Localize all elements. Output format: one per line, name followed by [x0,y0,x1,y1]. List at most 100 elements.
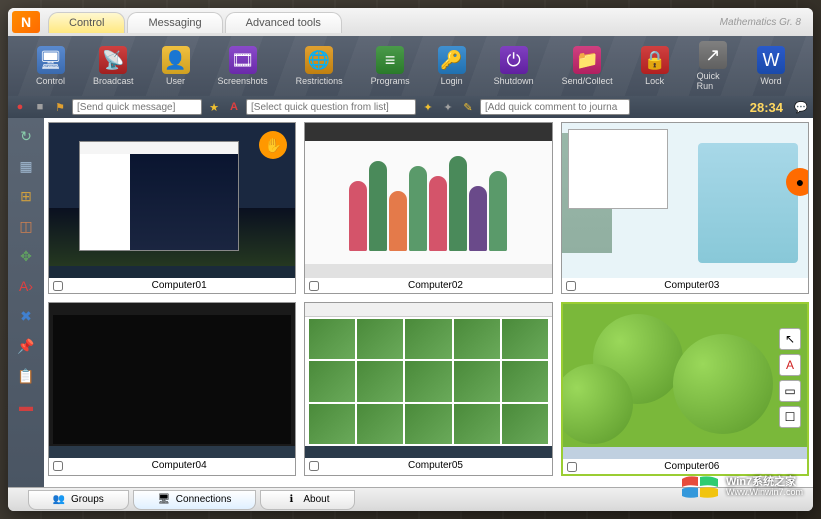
sidebar-screens-icon[interactable]: ▦ [14,156,38,176]
lock-label: Lock [645,76,664,86]
thumbnail-computer06[interactable]: Computer06 [561,302,809,476]
timer: 28:34 [750,100,789,115]
sidebar-nav-icon[interactable]: ✥ [14,246,38,266]
watermark: Win7系统之家 Www.Winwin7.com [680,473,803,501]
sidebar-refresh-icon[interactable]: ↻ [14,126,38,146]
about-icon: ℹ [285,494,297,506]
title-tab-control[interactable]: Control [48,12,125,33]
thumbnail-computer02[interactable]: Computer02 [304,122,552,294]
thumbnail-checkbox[interactable] [567,462,577,472]
thumbnail-label-row: Computer01 [49,278,295,293]
sidebar-arrange-icon[interactable]: ◫ [14,216,38,236]
sidebar-clipboard-icon[interactable]: 📋 [14,366,38,386]
thumbnail-computer04[interactable]: Computer04 [48,302,296,476]
bottom-tab-label: About [303,494,329,505]
title-tabs: ControlMessagingAdvanced tools [48,12,342,33]
thumbnail-name: Computer03 [580,280,804,291]
sidebar-layers-icon[interactable]: ▬ [14,396,38,416]
left-sidebar: ↻ ▦ ⊞ ◫ ✥ A› ✖ 📌 📋 ▬ [8,118,44,487]
thumbnail-name: Computer06 [581,461,803,472]
screenshot-button[interactable]: 🎞 Screenshots [210,44,276,88]
thumbnail-name: Computer05 [323,460,547,471]
sidebar-grid-toggle-icon[interactable]: ⊞ [14,186,38,206]
titlebar: N ControlMessagingAdvanced tools Mathema… [8,8,813,36]
user-button[interactable]: 👤User [154,44,198,88]
title-tab-advanced-tools[interactable]: Advanced tools [225,12,342,33]
word-label: Word [760,76,781,86]
broadcast-label: Broadcast [93,76,134,86]
sidebar-annotate-icon[interactable]: A› [14,276,38,296]
lock-button[interactable]: 🔒Lock [633,44,677,88]
quick-message-input[interactable] [72,99,202,115]
word-button[interactable]: WWord [749,44,793,88]
restrict-button[interactable]: 🌐Restrictions [288,44,351,88]
control-button[interactable]: 🖥 Control [28,44,73,88]
thumbnail-screen [563,304,807,459]
right-tool-minimize[interactable]: ▭ [779,380,801,402]
main-area: ↻ ▦ ⊞ ◫ ✥ A› ✖ 📌 📋 ▬ ✋ Computer01 Computer02 ● Co… [8,118,813,487]
qb-spark2-icon[interactable]: ✦ [440,99,456,115]
quick-button[interactable]: ↗Quick Run [689,39,737,93]
thumbnail-screen [49,303,295,458]
bottom-tab-groups[interactable]: 👥Groups [28,490,129,510]
thumbnail-screen: ✋ [49,123,295,278]
screenshot-label: Screenshots [218,76,268,86]
qb-flag-icon[interactable]: ⚑ [52,99,68,115]
thumbnail-grid: ✋ Computer01 Computer02 ● Computer03 Com… [48,122,809,476]
login-label: Login [441,76,463,86]
thumbnail-checkbox[interactable] [53,281,63,291]
right-toolbar: ↖ A ▭ ☐ [779,328,801,428]
programs-button[interactable]: ≡Programs [363,44,418,88]
bottom-tab-connections[interactable]: 🖥 Connections [133,490,257,510]
login-button[interactable]: 🔑 Login [430,44,474,88]
thumbnail-checkbox[interactable] [566,281,576,291]
login-icon: 🔑 [438,46,466,74]
thumbnail-screen: ● [562,123,808,278]
watermark-en: Www.Winwin7.com [726,488,803,498]
thumbnail-checkbox[interactable] [309,281,319,291]
right-tool-text-a[interactable]: A [779,354,801,376]
qb-a-icon[interactable]: A [226,99,242,115]
control-icon: 🖥 [37,46,65,74]
thumbnail-computer05[interactable]: Computer05 [304,302,552,476]
quick-question-input[interactable] [246,99,416,115]
control-label: Control [36,76,65,86]
user-label: User [166,76,185,86]
title-subtitle: Mathematics Gr. 8 [720,17,809,28]
thumbnail-screen [305,123,551,278]
qb-record-icon[interactable]: ● [12,99,28,115]
sidebar-tools-icon[interactable]: ✖ [14,306,38,326]
quick-label: Quick Run [697,71,729,91]
right-tool-square[interactable]: ☐ [779,406,801,428]
thumbnail-checkbox[interactable] [309,461,319,471]
thumbnail-screen [305,303,551,458]
programs-icon: ≡ [376,46,404,74]
windows-logo-icon [680,473,720,501]
quickbar: ● ■ ⚑ ★ A ✦ ✦ ✎ 28:34 💬 [8,96,813,118]
bottom-tab-about[interactable]: ℹ About [260,490,354,510]
qb-note-icon[interactable]: ✎ [460,99,476,115]
screenshot-icon: 🎞 [229,46,257,74]
thumbnail-computer03[interactable]: ● Computer03 [561,122,809,294]
title-tab-messaging[interactable]: Messaging [127,12,222,33]
thumbnail-checkbox[interactable] [53,461,63,471]
thumbnail-label-row: Computer03 [562,278,808,293]
broadcast-button[interactable]: 📡Broadcast [85,44,142,88]
restrict-label: Restrictions [296,76,343,86]
thumbnail-label-row: Computer02 [305,278,551,293]
qb-stop-icon[interactable]: ■ [32,99,48,115]
main-toolbar: 🖥 Control 📡Broadcast 👤User 🎞 Screenshots 🌐Rest… [8,36,813,96]
quick-comment-input[interactable] [480,99,630,115]
right-tool-cursor[interactable]: ↖ [779,328,801,350]
thumbnail-computer01[interactable]: ✋ Computer01 [48,122,296,294]
bottom-tab-label: Connections [176,494,232,505]
main-window: N ControlMessagingAdvanced tools Mathema… [8,8,813,511]
qb-spark1-icon[interactable]: ✦ [420,99,436,115]
shutdown-button[interactable]: ⏻Shutdown [486,44,542,88]
qb-star-icon[interactable]: ★ [206,99,222,115]
send-label: Send/Collect [562,76,613,86]
connections-icon: 🖥 [158,494,170,506]
sidebar-pin-icon[interactable]: 📌 [14,336,38,356]
qb-chat-icon[interactable]: 💬 [793,99,809,115]
send-button[interactable]: 📁Send/Collect [554,44,621,88]
